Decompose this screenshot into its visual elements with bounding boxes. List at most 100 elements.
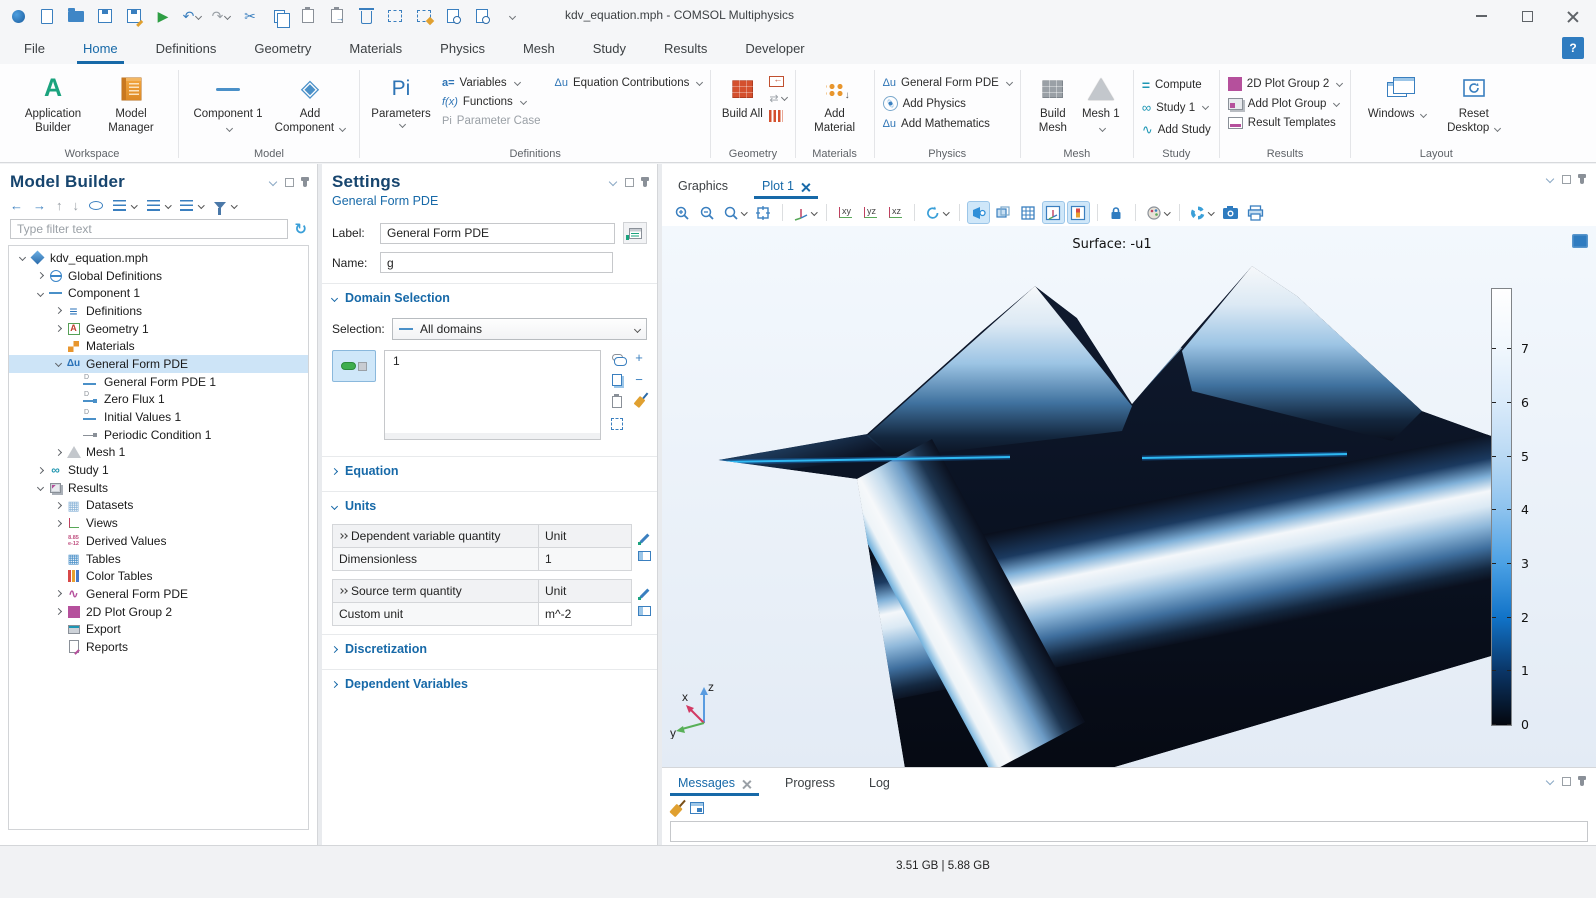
result-templates-button[interactable]: Result Templates xyxy=(1228,117,1342,129)
tree-item-study-1[interactable]: ∞Study 1 xyxy=(9,461,308,479)
tree-item-periodic-condition-1[interactable]: Periodic Condition 1 xyxy=(9,426,308,444)
tab-home[interactable]: Home xyxy=(81,35,120,62)
parameters-button[interactable]: Pi Parameters xyxy=(368,70,434,127)
section-dependent-variables[interactable]: Dependent Variables xyxy=(322,669,657,698)
filter-icon[interactable] xyxy=(214,202,237,209)
open-file-icon[interactable] xyxy=(66,6,86,26)
plot-group-2-button[interactable]: 2D Plot Group 2 xyxy=(1228,77,1342,91)
application-builder-button[interactable]: A Application Builder xyxy=(14,70,92,136)
tree-item-export[interactable]: Export xyxy=(9,620,308,638)
domain-list-item[interactable]: 1 xyxy=(393,354,400,368)
tree-item-general-form-pde-results[interactable]: ∿General Form PDE xyxy=(9,585,308,603)
section-domain-selection[interactable]: Domain Selection xyxy=(322,283,657,312)
geometry-parts-icon[interactable] xyxy=(769,110,783,122)
section-equation[interactable]: Equation xyxy=(322,456,657,485)
tree-item-2d-plot-group-2[interactable]: 2D Plot Group 2 xyxy=(9,603,308,621)
model-manager-button[interactable]: Model Manager xyxy=(92,70,170,136)
view-yz-icon[interactable]: yz xyxy=(859,201,882,224)
tab-file[interactable]: File xyxy=(22,35,47,62)
name-field[interactable] xyxy=(380,252,613,273)
tab-log[interactable]: Log xyxy=(867,770,892,796)
tree-item-initial-values-1[interactable]: Initial Values 1 xyxy=(9,408,308,426)
zoom-out-icon[interactable] xyxy=(695,201,718,224)
panel-menu-icon[interactable] xyxy=(1546,175,1554,183)
tree-item-derived-values[interactable]: 8.85e-12Derived Values xyxy=(9,532,308,550)
tree-item-mesh-1[interactable]: Mesh 1 xyxy=(9,444,308,462)
run-icon[interactable]: ▶ xyxy=(153,6,173,26)
build-all-button[interactable]: Build All xyxy=(719,70,765,121)
tree-item-definitions[interactable]: ≡Definitions xyxy=(9,302,308,320)
panel-pin-icon[interactable] xyxy=(1580,776,1584,786)
build-mesh-button[interactable]: Build Mesh xyxy=(1029,70,1077,136)
zoom-in-icon[interactable] xyxy=(670,201,693,224)
move-up-icon[interactable]: ↑ xyxy=(56,198,63,213)
panel-float-icon[interactable] xyxy=(285,178,294,187)
rotate-icon[interactable] xyxy=(922,201,952,224)
tree-item-reports[interactable]: Reports xyxy=(9,638,308,656)
remove-from-selection-icon[interactable]: − xyxy=(631,372,647,387)
delete-icon[interactable] xyxy=(356,6,376,26)
close-tab-icon[interactable] xyxy=(742,779,751,788)
add-plot-group-button[interactable]: Add Plot Group xyxy=(1228,98,1342,110)
add-physics-button[interactable]: Add Physics xyxy=(883,96,1012,111)
equation-contributions-button[interactable]: Δu Equation Contributions xyxy=(555,77,703,89)
zoom-extents-icon[interactable] xyxy=(752,201,775,224)
redo-icon[interactable]: ↷ xyxy=(211,6,231,26)
tab-study[interactable]: Study xyxy=(591,35,628,62)
lock-icon[interactable] xyxy=(1105,201,1128,224)
panel-float-icon[interactable] xyxy=(1562,777,1571,786)
tree-item-general-form-pde-1[interactable]: General Form PDE 1 xyxy=(9,373,308,391)
panel-pin-icon[interactable] xyxy=(1580,174,1584,184)
section-units[interactable]: Units xyxy=(322,491,657,520)
windows-button[interactable]: Windows xyxy=(1366,70,1428,121)
tree-item-component-1[interactable]: Component 1 xyxy=(9,284,308,302)
tab-results[interactable]: Results xyxy=(662,35,709,62)
add-material-button[interactable]: Add Material xyxy=(804,70,866,136)
tab-messages[interactable]: Messages xyxy=(676,770,753,796)
tab-progress[interactable]: Progress xyxy=(783,770,837,796)
tree-item-geometry-1[interactable]: AGeometry 1 xyxy=(9,320,308,338)
physics-interface-button[interactable]: Δu General Form PDE xyxy=(883,77,1012,89)
expand-table-icon[interactable] xyxy=(339,589,347,593)
panel-menu-icon[interactable] xyxy=(609,178,617,186)
expand-all-icon[interactable] xyxy=(113,200,137,211)
show-icon[interactable] xyxy=(89,201,103,210)
print-icon[interactable] xyxy=(1244,201,1267,224)
tree-item-general-form-pde[interactable]: ΔuGeneral Form PDE xyxy=(9,355,308,373)
tree-item-datasets[interactable]: ▦Datasets xyxy=(9,497,308,515)
node-options-icon[interactable] xyxy=(180,200,204,211)
panel-float-icon[interactable] xyxy=(625,178,634,187)
color-theme-icon[interactable] xyxy=(1143,201,1173,224)
tab-geometry[interactable]: Geometry xyxy=(252,35,313,62)
panel-menu-icon[interactable] xyxy=(1546,777,1554,785)
forward-icon[interactable]: → xyxy=(33,198,46,213)
select-box-icon[interactable] xyxy=(385,6,405,26)
orientation-axes-icon[interactable] xyxy=(1042,201,1065,224)
tree-item-root[interactable]: kdv_equation.mph xyxy=(9,249,308,267)
tab-materials[interactable]: Materials xyxy=(347,35,404,62)
tree-item-zero-flux-1[interactable]: Zero Flux 1 xyxy=(9,391,308,409)
tree-item-results[interactable]: Results xyxy=(9,479,308,497)
duplicate-icon[interactable] xyxy=(327,6,347,26)
rename-button[interactable] xyxy=(623,222,647,244)
active-selection-toggle[interactable] xyxy=(332,350,376,382)
edit-quantity-icon[interactable] xyxy=(638,587,651,600)
tree-item-tables[interactable]: ▦Tables xyxy=(9,550,308,568)
panel-float-icon[interactable] xyxy=(1562,175,1571,184)
message-table-icon[interactable] xyxy=(690,802,704,814)
zoom-to-selection-icon[interactable] xyxy=(609,416,625,431)
help-button[interactable]: ? xyxy=(1562,37,1584,59)
find-icon[interactable] xyxy=(443,6,463,26)
component-1-button[interactable]: Component 1 xyxy=(189,70,267,136)
tree-item-materials[interactable]: Materials xyxy=(9,337,308,355)
copy-icon[interactable] xyxy=(269,6,289,26)
paste-selection-icon[interactable] xyxy=(609,394,625,409)
view-xy-icon[interactable]: xy xyxy=(834,201,857,224)
grid-icon[interactable] xyxy=(1017,201,1040,224)
tree-item-global-definitions[interactable]: Global Definitions xyxy=(9,267,308,285)
add-mathematics-button[interactable]: Δu Add Mathematics xyxy=(883,118,1012,130)
move-down-icon[interactable]: ↓ xyxy=(73,198,80,213)
table-row[interactable]: Dimensionless 1 xyxy=(333,548,631,570)
tab-mesh[interactable]: Mesh xyxy=(521,35,557,62)
tab-graphics[interactable]: Graphics xyxy=(676,173,730,199)
